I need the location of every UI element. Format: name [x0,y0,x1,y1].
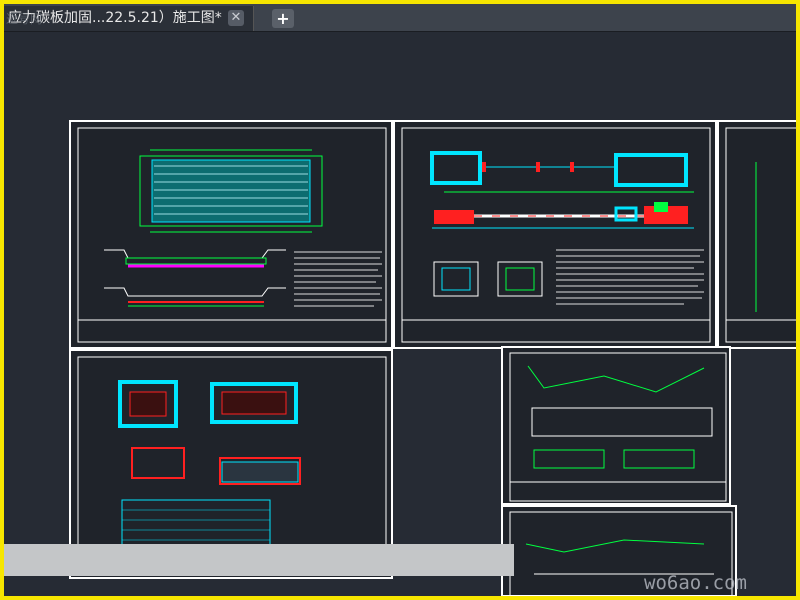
close-icon[interactable]: ✕ [228,10,244,26]
cad-window: 应力碳板加固...22.5.21）施工图* ✕ + 逗号网 wo6ao.com [0,0,800,600]
command-area[interactable] [4,544,514,576]
sheet-2[interactable] [393,120,717,349]
sheet-5[interactable] [501,346,731,505]
drawing-sheets [69,120,796,596]
watermark-top: 逗号网 [6,12,43,26]
sheet-3[interactable] [717,120,796,349]
sheet-1[interactable] [69,120,393,349]
document-tab-bar: 应力碳板加固...22.5.21）施工图* ✕ + [4,4,796,32]
watermark-bottom: wo6ao.com [644,572,747,594]
model-space-canvas[interactable] [4,32,796,596]
plan-view-hatch [139,149,323,233]
new-tab-button[interactable]: + [272,9,294,28]
